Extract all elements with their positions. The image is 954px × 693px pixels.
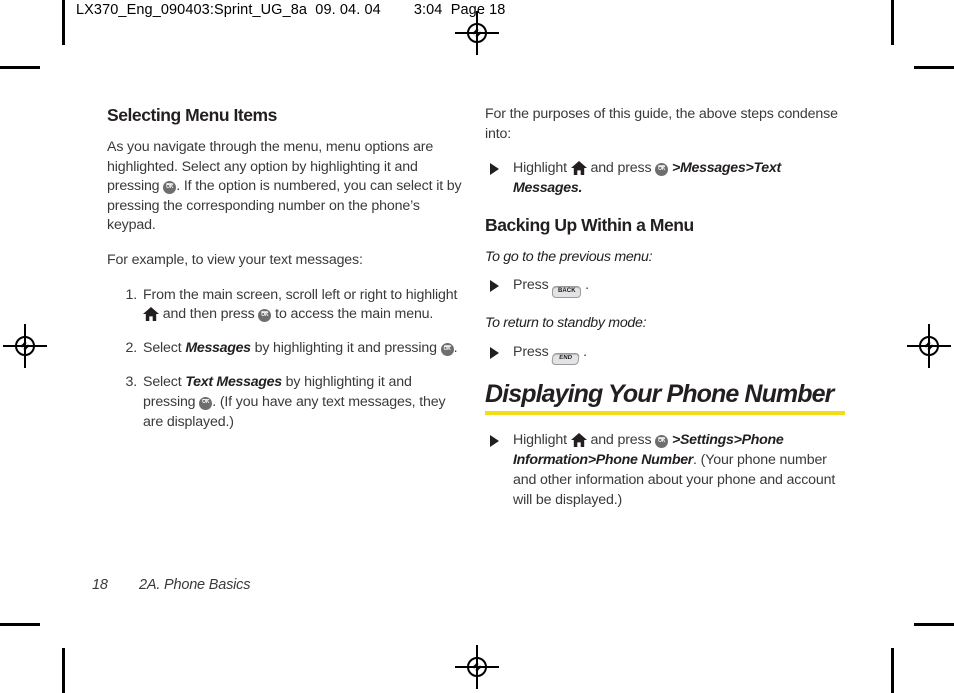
registration-mark-bottom-icon	[455, 645, 499, 689]
left-column: Selecting Menu Items As you navigate thr…	[107, 105, 467, 446]
menu-name-emphasis: Settings	[680, 432, 734, 449]
sentence-period: .	[583, 343, 587, 360]
step-text-part-1: Select	[143, 340, 182, 357]
numbered-steps-list: 1. From the main screen, scroll left or …	[107, 286, 467, 433]
list-item: Highlight and press >Settings>Phone Info…	[485, 431, 845, 510]
ok-key-icon	[258, 309, 272, 323]
page-frame-rule-top-left	[62, 0, 65, 45]
ok-key-icon	[655, 435, 669, 449]
page-footer: 18 2A. Phone Basics	[92, 577, 250, 593]
step-text-part-3: to access the main menu.	[275, 306, 434, 323]
condense-bullet-list: Highlight and press >Messages>Text Messa…	[485, 159, 845, 199]
bullet-text-part-1: Highlight	[513, 160, 567, 177]
page-frame-rule-bottom-left	[62, 648, 65, 693]
displaying-bullet-list: Highlight and press >Settings>Phone Info…	[485, 431, 845, 510]
page-frame-rule-top-right	[891, 0, 894, 45]
page-title-displaying-phone-number: Displaying Your Phone Number	[485, 379, 834, 408]
list-item: 2. Select Messages by highlighting it an…	[107, 339, 467, 359]
path-separator: >	[733, 432, 742, 449]
back-key-icon: BACK	[552, 286, 582, 299]
section-heading-backing-up: Backing Up Within a Menu	[485, 214, 694, 235]
triangle-bullet-icon	[490, 346, 499, 359]
ok-key-icon	[163, 181, 177, 195]
bullet-text-part-2: and press	[590, 432, 652, 449]
example-lead-paragraph: For example, to view your text messages:	[107, 251, 363, 268]
step-text-part-2: by highlighting it and pressing	[254, 340, 437, 357]
crop-mark-bottom-right	[914, 623, 954, 626]
crop-mark-top-left	[0, 66, 40, 69]
lead-in-previous-menu: To go to the previous menu:	[485, 248, 653, 265]
list-item: 1. From the main screen, scroll left or …	[107, 286, 467, 326]
step-text-part-2: and then press	[162, 306, 255, 323]
menu-name-emphasis: Phone Number	[595, 452, 694, 469]
ok-key-icon	[440, 343, 454, 357]
home-icon	[570, 161, 587, 176]
lead-in-standby-mode: To return to standby mode:	[485, 315, 647, 332]
sentence-period: .	[585, 277, 589, 294]
intro-text-part-2: . If the option is numbered, you can sel…	[107, 178, 462, 234]
list-item: Press BACK .	[485, 276, 845, 299]
menu-name-emphasis: Messages	[680, 160, 746, 177]
section-heading-selecting-menu-items: Selecting Menu Items	[107, 105, 277, 125]
bullet-text-part-1: Highlight	[513, 432, 567, 449]
prepress-slug-line: LX370_Eng_090403:Sprint_UG_8a 09. 04. 04…	[76, 2, 506, 18]
step-text-part-1: From the main screen, scroll left or rig…	[143, 286, 458, 303]
bullet-text-part-2: and press	[590, 160, 652, 177]
registration-mark-left-icon	[3, 324, 47, 368]
press-label: Press	[513, 277, 549, 294]
step-number: 1.	[125, 286, 137, 303]
page-frame-rule-bottom-right	[891, 648, 894, 693]
home-icon	[143, 307, 159, 322]
step-number: 3.	[125, 373, 137, 390]
list-item: 3. Select Text Messages by highlighting …	[107, 373, 467, 432]
crop-mark-top-right	[914, 66, 954, 69]
standby-mode-bullet-list: Press END .	[485, 343, 845, 365]
path-separator: >	[587, 452, 596, 469]
gold-divider-rule	[485, 411, 845, 416]
triangle-bullet-icon	[490, 280, 499, 293]
press-label: Press	[513, 343, 549, 360]
step-text-part-1: Select	[143, 373, 182, 390]
intro-paragraph: As you navigate through the menu, menu o…	[107, 138, 467, 236]
list-item: Press END .	[485, 343, 845, 365]
ok-key-icon	[655, 163, 669, 177]
triangle-bullet-icon	[490, 163, 499, 176]
previous-menu-bullet-list: Press BACK .	[485, 276, 845, 299]
end-key-icon: END	[551, 352, 581, 365]
triangle-bullet-icon	[490, 435, 499, 448]
bullet-text-part-5: .	[578, 179, 583, 196]
menu-name-emphasis: Text Messages	[185, 373, 282, 390]
condense-intro-paragraph: For the purposes of this guide, the abov…	[485, 106, 838, 142]
menu-name-emphasis: Messages	[185, 340, 251, 357]
path-separator: >	[672, 160, 681, 177]
right-column: For the purposes of this guide, the abov…	[485, 105, 845, 527]
home-icon	[570, 433, 587, 448]
ok-key-icon	[199, 396, 213, 410]
footer-section-title: 2A. Phone Basics	[139, 577, 251, 593]
footer-page-number: 18	[92, 577, 108, 593]
path-separator: >	[672, 432, 681, 449]
crop-mark-bottom-left	[0, 623, 40, 626]
registration-mark-right-icon	[907, 324, 951, 368]
list-item: Highlight and press >Messages>Text Messa…	[485, 159, 845, 199]
step-text-part-3: .	[453, 340, 458, 357]
step-number: 2.	[125, 340, 137, 357]
